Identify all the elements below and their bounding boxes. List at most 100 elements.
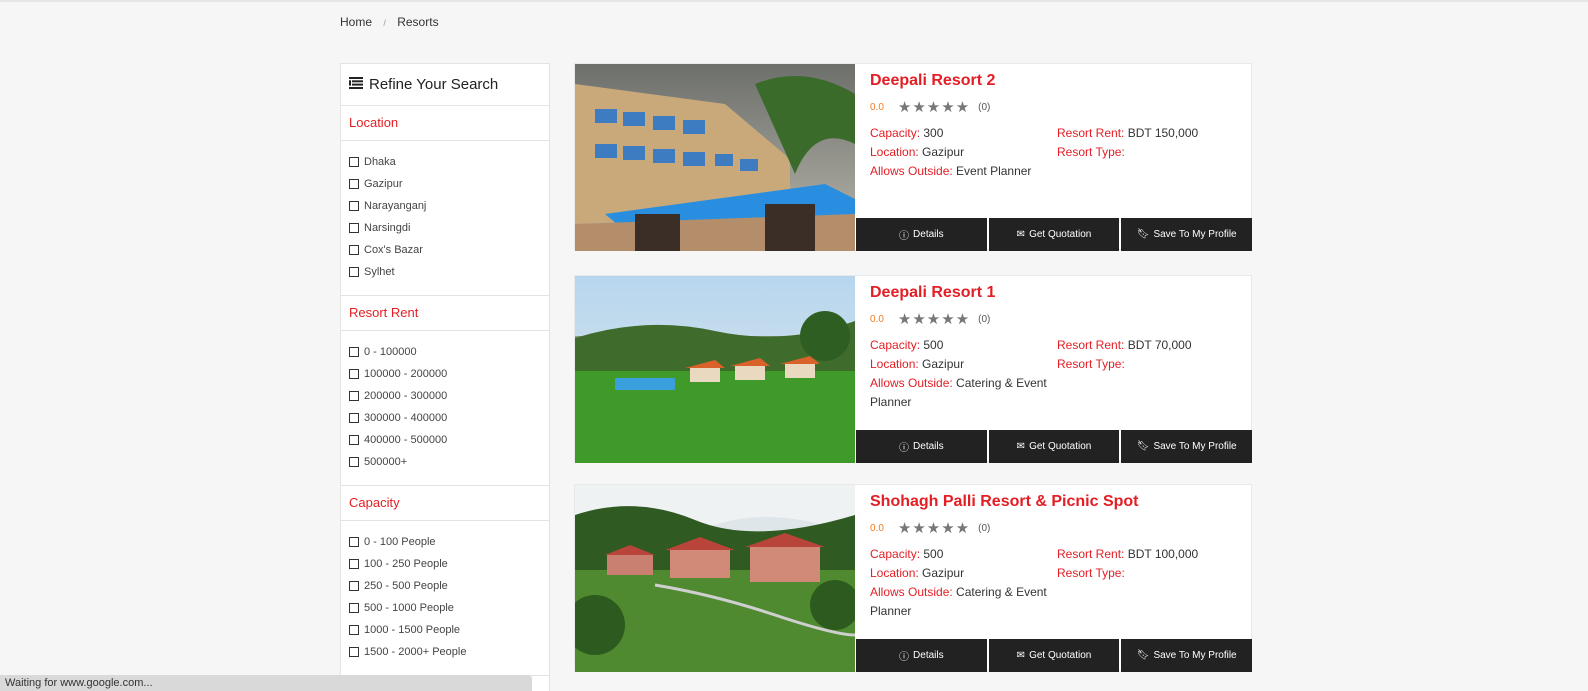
resort-photo[interactable] [575, 485, 855, 672]
capacity-value: 300 [923, 126, 944, 140]
checkbox[interactable] [349, 245, 359, 255]
resort-info-left: Capacity: 300 Location: Gazipur Allows O… [870, 124, 1055, 181]
resort-card: Deepali Resort 1 0.0 ★★★★★ (0) Capacity:… [574, 275, 1253, 463]
type-label: Resort Type: [1057, 566, 1125, 580]
envelope-icon: ✉ [1016, 650, 1026, 661]
filter-option-capacity[interactable]: 0 - 100 People [349, 531, 541, 553]
resort-name-link[interactable]: Deepali Resort 1 [870, 284, 995, 302]
location-value: Gazipur [922, 145, 965, 159]
sidebar-title: Refine Your Search [341, 64, 549, 106]
resort-photo[interactable] [575, 64, 855, 251]
resort-rating: 0.0 ★★★★★ (0) [870, 519, 990, 537]
filter-option-rent[interactable]: 300000 - 400000 [349, 407, 541, 429]
filter-option-location[interactable]: Cox's Bazar [349, 239, 541, 261]
save-to-profile-button[interactable]: 🔖︎ Save To My Profile [1121, 639, 1253, 672]
star-rating-icon: ★★★★★ [897, 99, 971, 116]
checkbox[interactable] [349, 223, 359, 233]
filter-option-capacity[interactable]: 100 - 250 People [349, 553, 541, 575]
resort-actions: ⓘ Details ✉ Get Quotation 🔖︎ Save To My Pro… [856, 218, 1253, 251]
save-to-profile-button[interactable]: 🔖︎ Save To My Profile [1121, 430, 1253, 463]
save-to-profile-button[interactable]: 🔖︎ Save To My Profile [1121, 218, 1253, 251]
review-count: (0) [978, 313, 991, 325]
checkbox[interactable] [349, 457, 359, 467]
filter-option-capacity[interactable]: 1500 - 2000+ People [349, 641, 541, 663]
checkbox[interactable] [349, 581, 359, 591]
details-button[interactable]: ⓘ Details [856, 430, 987, 463]
capacity-label: Capacity: [870, 547, 921, 561]
filter-option-location[interactable]: Narsingdi [349, 217, 541, 239]
checkbox[interactable] [349, 537, 359, 547]
resort-info-left: Capacity: 500 Location: Gazipur Allows O… [870, 545, 1055, 621]
checkbox[interactable] [349, 435, 359, 445]
filter-option-rent[interactable]: 500000+ [349, 451, 541, 473]
checkbox[interactable] [349, 647, 359, 657]
resort-rating: 0.0 ★★★★★ (0) [870, 310, 990, 328]
filter-heading-rent: Resort Rent [341, 296, 549, 331]
resort-name-link[interactable]: Shohagh Palli Resort & Picnic Spot [870, 493, 1138, 511]
resort-name-link[interactable]: Deepali Resort 2 [870, 72, 995, 90]
details-button[interactable]: ⓘ Details [856, 639, 987, 672]
checkbox[interactable] [349, 413, 359, 423]
breadcrumb: Home / Resorts [340, 15, 439, 29]
filter-option-location[interactable]: Narayanganj [349, 195, 541, 217]
filter-option-location[interactable]: Sylhet [349, 261, 541, 283]
resort-info-left: Capacity: 500 Location: Gazipur Allows O… [870, 336, 1055, 412]
allows-outside-label: Allows Outside: [870, 164, 953, 178]
location-label: Location: [870, 566, 919, 580]
allows-outside-label: Allows Outside: [870, 585, 953, 599]
envelope-icon: ✉ [1016, 229, 1026, 240]
resort-actions: ⓘ Details ✉ Get Quotation 🔖︎ Save To My Pro… [856, 639, 1253, 672]
info-icon: ⓘ [899, 231, 910, 242]
checkbox[interactable] [349, 201, 359, 211]
filter-option-location[interactable]: Gazipur [349, 173, 541, 195]
checkbox[interactable] [349, 369, 359, 379]
rating-score: 0.0 [870, 313, 884, 325]
checkbox[interactable] [349, 347, 359, 357]
breadcrumb-current: Resorts [397, 15, 439, 29]
info-icon: ⓘ [899, 652, 910, 663]
checkbox[interactable] [349, 157, 359, 167]
filter-option-rent[interactable]: 0 - 100000 [349, 341, 541, 363]
location-value: Gazipur [922, 566, 965, 580]
review-count: (0) [978, 101, 991, 113]
resort-info-right: Resort Rent: BDT 100,000 Resort Type: [1057, 545, 1247, 583]
filter-option-rent[interactable]: 200000 - 300000 [349, 385, 541, 407]
details-button[interactable]: ⓘ Details [856, 218, 987, 251]
get-quotation-button[interactable]: ✉ Get Quotation [988, 218, 1120, 251]
capacity-filter-list: 0 - 100 People 100 - 250 People 250 - 50… [341, 521, 549, 676]
resort-actions: ⓘ Details ✉ Get Quotation 🔖︎ Save To My Pro… [856, 430, 1253, 463]
rent-label: Resort Rent: [1057, 126, 1125, 140]
type-label: Resort Type: [1057, 145, 1125, 159]
checkbox[interactable] [349, 603, 359, 613]
top-divider [0, 0, 1588, 2]
resort-card: Deepali Resort 2 0.0 ★★★★★ (0) Capacity:… [574, 63, 1253, 251]
filter-option-capacity[interactable]: 500 - 1000 People [349, 597, 541, 619]
rent-label: Resort Rent: [1057, 547, 1125, 561]
filter-option-rent[interactable]: 100000 - 200000 [349, 363, 541, 385]
rent-filter-list: 0 - 100000 100000 - 200000 200000 - 3000… [341, 331, 549, 486]
refine-search-sidebar: Refine Your Search Location Dhaka Gazipu… [340, 63, 550, 691]
checkbox[interactable] [349, 625, 359, 635]
checkbox[interactable] [349, 267, 359, 277]
bookmark-icon: 🔖︎ [1136, 229, 1150, 240]
review-count: (0) [978, 522, 991, 534]
resort-photo[interactable] [575, 276, 855, 463]
checkbox[interactable] [349, 559, 359, 569]
get-quotation-button[interactable]: ✉ Get Quotation [988, 639, 1120, 672]
resort-card: Shohagh Palli Resort & Picnic Spot 0.0 ★… [574, 484, 1253, 672]
breadcrumb-home-link[interactable]: Home [340, 15, 372, 29]
location-value: Gazipur [922, 357, 965, 371]
location-filter-list: Dhaka Gazipur Narayanganj Narsingdi Cox'… [341, 141, 549, 296]
filter-option-rent[interactable]: 400000 - 500000 [349, 429, 541, 451]
rating-score: 0.0 [870, 522, 884, 534]
checkbox[interactable] [349, 391, 359, 401]
filter-option-capacity[interactable]: 1000 - 1500 People [349, 619, 541, 641]
location-label: Location: [870, 145, 919, 159]
get-quotation-button[interactable]: ✉ Get Quotation [988, 430, 1120, 463]
type-label: Resort Type: [1057, 357, 1125, 371]
allows-outside-value: Event Planner [956, 164, 1032, 178]
checkbox[interactable] [349, 179, 359, 189]
filter-option-capacity[interactable]: 250 - 500 People [349, 575, 541, 597]
filter-option-location[interactable]: Dhaka [349, 151, 541, 173]
bookmark-icon: 🔖︎ [1136, 650, 1150, 661]
